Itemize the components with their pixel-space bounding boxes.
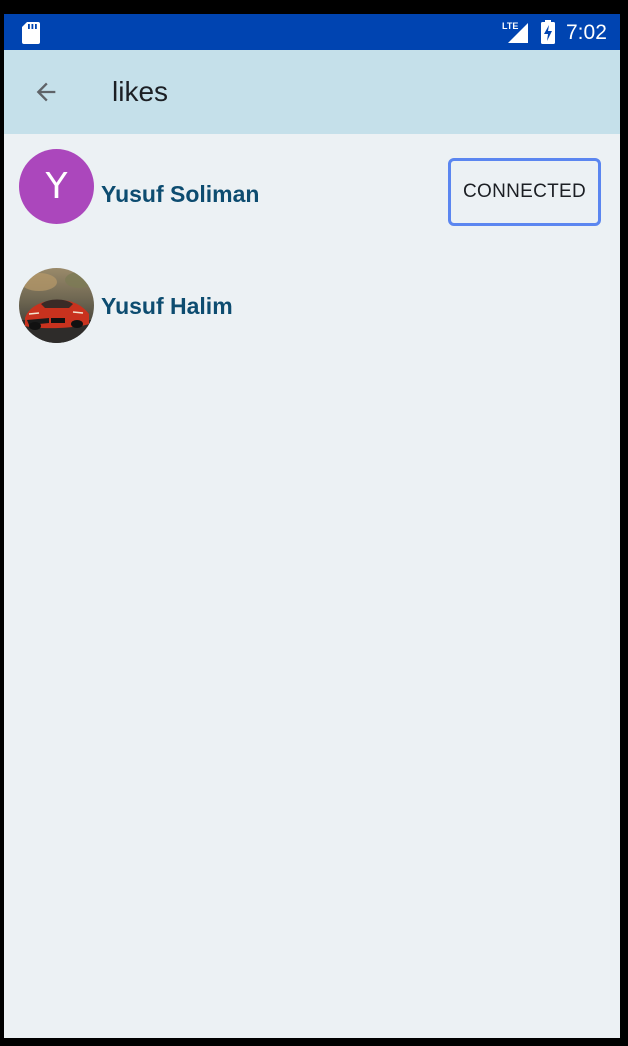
page-title: likes <box>112 76 169 107</box>
user-name[interactable]: Yusuf Halim <box>101 292 233 320</box>
app-bar: likes <box>4 50 620 134</box>
battery-charging-icon <box>541 20 555 44</box>
back-button[interactable] <box>22 70 70 114</box>
car-photo-icon <box>19 268 94 343</box>
status-bar: LTE 7:02 <box>4 14 620 50</box>
user-name[interactable]: Yusuf Soliman <box>101 180 259 208</box>
screen: LTE 7:02 likes Y Yusuf Soliman CONNECTED <box>4 14 620 1038</box>
network-type-label: LTE <box>502 21 518 31</box>
arrow-back-icon <box>36 82 56 102</box>
list-item: Y Yusuf Soliman CONNECTED <box>4 134 620 234</box>
avatar[interactable] <box>19 268 94 343</box>
list-item: Yusuf Halim <box>4 246 620 346</box>
sd-card-icon <box>22 22 40 44</box>
lte-signal-icon: LTE <box>502 21 528 43</box>
avatar[interactable]: Y <box>19 149 94 224</box>
avatar-letter: Y <box>45 166 68 207</box>
status-time: 7:02 <box>566 21 607 44</box>
connected-button[interactable]: CONNECTED <box>448 158 601 226</box>
